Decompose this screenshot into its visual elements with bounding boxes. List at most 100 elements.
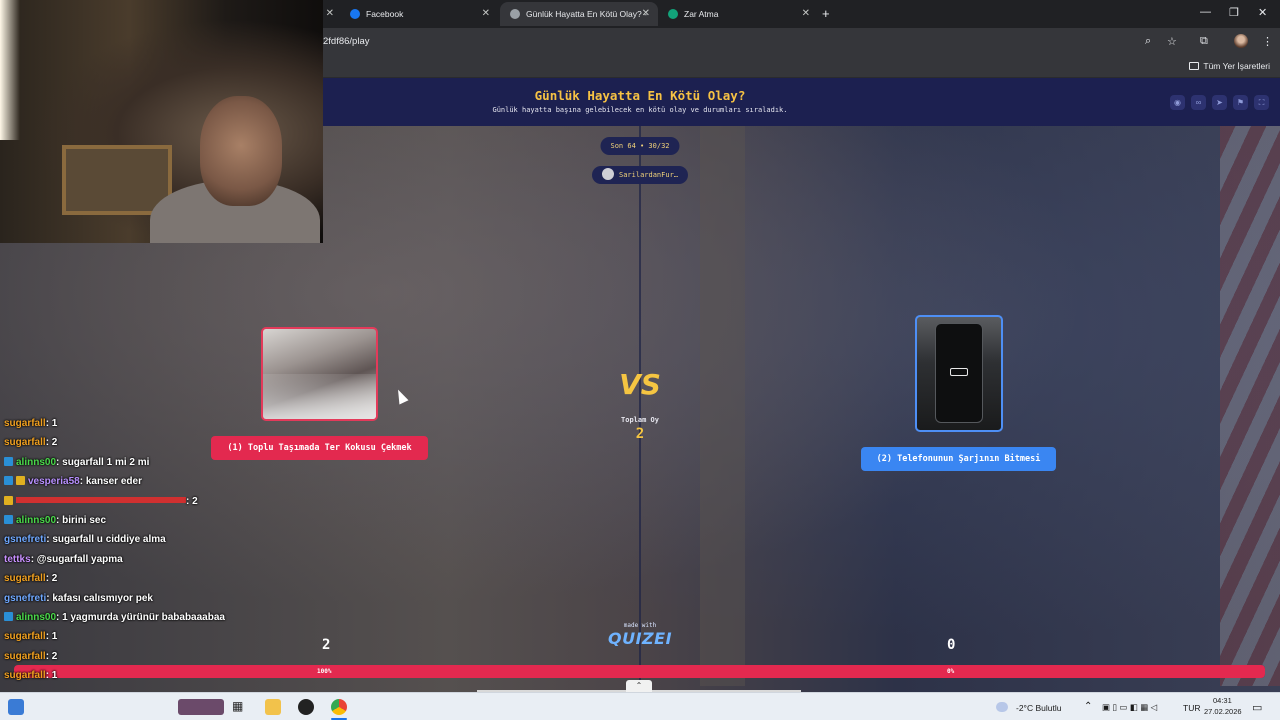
chevron-up-icon[interactable]: ⌃ [626,680,652,692]
chat-badge-icon [4,515,13,524]
chat-username[interactable]: alinns00 [16,515,56,526]
share-icon[interactable]: ➤ [1212,95,1227,110]
chat-username[interactable]: sugarfall [4,437,46,448]
streamer-head [200,96,282,206]
all-bookmarks-button[interactable]: Tüm Yer İşaretleri [1189,61,1270,71]
extensions-icon[interactable]: ⧉ [1200,35,1208,48]
option-left-image[interactable] [261,327,378,421]
chat-message: alinns00: birini sec [4,515,106,534]
folder-icon [1189,62,1200,70]
obs-icon[interactable] [298,699,314,715]
zar-atma-icon [668,9,678,19]
menu-icon[interactable]: ⋮ [1262,35,1273,48]
flag-icon[interactable]: ⚑ [1233,95,1248,110]
chat-text: : 1 [45,631,58,643]
chat-username[interactable]: sugarfall [4,418,46,429]
chat-message: sugarfall: 1 [4,670,57,689]
close-window-icon[interactable]: ✕ [1258,6,1267,19]
weather-text[interactable]: -2°C Bulutlu [1016,703,1061,713]
chat-message: gsnefreti: kafası calısmıyor pek [4,593,153,612]
chat-message: sugarfall: 2 [4,573,57,592]
start-icon[interactable] [8,699,24,715]
chat-message: : 2 [4,495,198,515]
subscriber-badge-icon [4,495,13,505]
chat-username[interactable] [16,496,186,503]
background-stripes [1220,126,1280,686]
chat-badge-icon [4,476,13,486]
chat-username[interactable]: gsnefreti [4,534,46,545]
chat-message: sugarfall: 1 [4,418,57,437]
chat-username[interactable]: sugarfall [4,651,46,662]
tab-label: Facebook [366,9,404,19]
chat-text: : sugarfall u ciddiye alma [46,534,166,546]
round-badge: Son 64 • 30/32 [600,137,680,155]
quizei-icon [510,9,520,19]
notification-icon[interactable]: ▭ [1252,701,1262,714]
all-bookmarks-label: Tüm Yer İşaretleri [1203,61,1270,71]
webcam-overlay [0,0,323,243]
fullscreen-icon[interactable]: ⛶ [1254,95,1269,110]
chat-username[interactable]: alinns00 [16,457,56,468]
chat-username[interactable]: vesperia58 [28,476,80,487]
task-view-icon[interactable]: ▦ [232,699,248,715]
screen: ✕ Facebook ✕ Günlük Hayatta En Kötü Olay… [0,0,1280,720]
tab-label: Zar Atma [684,9,719,19]
chat-message: alinns00: sugarfall 1 mi 2 mi [4,456,150,476]
chevron-up-tray-icon[interactable]: ⌃ [1084,701,1092,712]
chat-overlay: sugarfall: 1 sugarfall: 2 alinns00: sugarf… [0,412,330,698]
eye-icon[interactable]: ◉ [1170,95,1185,110]
windows-taskbar: ▦ -2°C Bulutlu ⌃ ▣ ▯ ▭ ◧ ▦ ◁ TUR 04:31 2… [0,692,1280,720]
tab-label: Günlük Hayatta En Kötü Olay? - [526,9,647,19]
chat-username[interactable]: alinns00 [16,612,56,623]
profile-avatar[interactable] [1234,34,1248,48]
chat-username[interactable]: sugarfall [4,670,46,681]
zoom-icon[interactable]: ⌕ [1145,35,1151,48]
close-tab-icon[interactable]: ✕ [802,8,810,19]
chat-username[interactable]: sugarfall [4,631,46,642]
language-indicator[interactable]: TUR [1183,703,1200,713]
vs-lightning-icon: VS [619,368,661,401]
right-vote-count: 0 [947,637,956,653]
bookmark-star-icon[interactable]: ☆ [1167,35,1177,48]
chat-username[interactable]: tettks [4,554,31,565]
clock-date[interactable]: 27.02.2026 [1204,707,1242,716]
chat-text: : @sugarfall yapma [30,553,123,565]
chat-text: : 2 [45,437,58,449]
tray-icons[interactable]: ▣ ▯ ▭ ◧ ▦ ◁ [1102,702,1157,713]
chat-message: tettks: @sugarfall yapma [4,554,123,573]
author-name: SarilardanFur… [618,171,679,179]
new-tab-icon[interactable]: + [822,6,830,21]
option-right-button[interactable]: (2) Telefonunun Şarjının Bitmesi [861,447,1056,471]
battery-icon [950,368,968,376]
close-tab-icon[interactable]: ✕ [642,8,650,19]
link-icon[interactable]: ∞ [1191,95,1206,110]
widget-thumbnail[interactable] [178,699,224,715]
chat-text: : 2 [45,573,58,585]
clock-time[interactable]: 04:31 [1213,696,1232,705]
author-avatar [601,168,614,180]
close-tab-icon[interactable]: ✕ [482,8,490,19]
chat-text: : birini sec [56,515,107,526]
minimize-icon[interactable]: — [1200,6,1211,18]
chat-message: alinns00: 1 yagmurda yürünür bababaaabaa [4,612,225,631]
chat-text: : 2 [186,495,198,507]
background-curtain [700,126,745,686]
restore-icon[interactable]: ❐ [1229,6,1239,19]
option-right-image[interactable] [915,315,1003,432]
chat-message: sugarfall: 1 [4,631,57,650]
tab-zar-atma[interactable]: Zar Atma ✕ [660,2,818,26]
file-explorer-icon[interactable] [265,699,281,715]
chat-text: : 1 yagmurda yürünür bababaaabaa [56,612,225,623]
chat-message: vesperia58: kanser eder [4,476,142,495]
chat-badge-icon [4,456,13,466]
chat-text: : kanser eder [79,476,142,488]
author-badge[interactable]: SarilardanFur… [591,166,689,184]
tab-quiz[interactable]: Günlük Hayatta En Kötü Olay? - ✕ [500,2,658,26]
chat-username[interactable]: sugarfall [4,573,46,584]
chat-username[interactable]: gsnefreti [4,593,46,604]
chat-text: : sugarfall 1 mi 2 mi [56,456,150,468]
tab-facebook[interactable]: Facebook ✕ [340,2,498,26]
url-field[interactable]: 2fdf86/play [323,36,369,47]
subscriber-badge-icon [16,476,25,486]
chrome-icon[interactable] [331,699,347,715]
